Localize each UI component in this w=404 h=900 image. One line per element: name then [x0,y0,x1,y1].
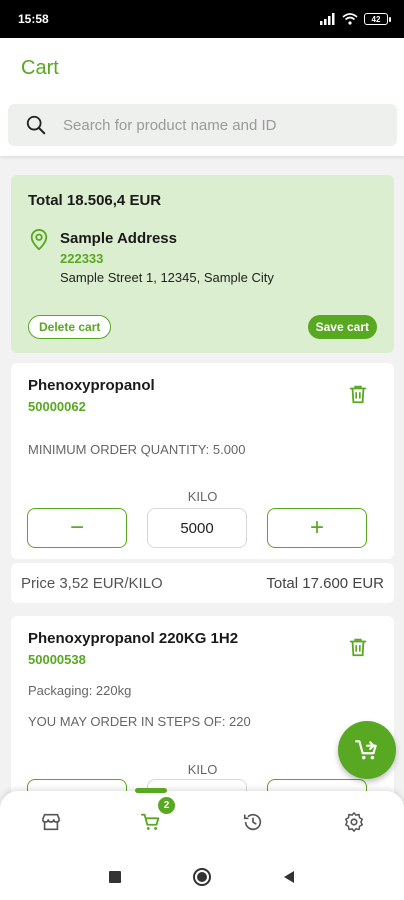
cart-item-card: Phenoxypropanol 50000062 MINIMUM ORDER Q… [11,363,394,559]
cart-count-badge: 2 [158,797,175,814]
product-name: Phenoxypropanol [28,377,155,394]
unit-label: KILO [187,762,218,777]
cart-icon[interactable] [140,811,162,833]
search-input[interactable] [63,116,397,134]
recents-icon[interactable] [108,870,122,884]
line-total: Total 17.600 EUR [266,574,384,592]
home-icon[interactable] [192,867,212,887]
cart-total: Total 18.506,4 EUR [28,192,162,209]
cart-summary-card: Total 18.506,4 EUR Sample Address 222333… [11,175,394,353]
unit-price: Price 3,52 EUR/KILO [21,574,163,592]
quantity-input[interactable] [147,508,247,548]
search-bar[interactable] [8,104,397,146]
product-id: 50000062 [28,399,86,414]
cart-item-card: Phenoxypropanol 220KG 1H2 50000538 Packa… [11,616,394,819]
wifi-icon [342,13,358,25]
product-name: Phenoxypropanol 220KG 1H2 [28,630,239,647]
bottom-navigation: 2 [0,788,404,853]
active-tab-indicator [135,788,167,793]
trash-icon[interactable] [347,383,369,405]
decrease-quantity-button[interactable]: − [27,508,127,548]
app-header: Cart [0,38,404,156]
signal-icon [320,13,335,25]
status-bar: 15:58 42 [0,0,404,38]
search-icon [26,115,46,135]
gear-icon[interactable] [343,811,365,833]
price-row: Price 3,52 EUR/KILO Total 17.600 EUR [11,563,394,603]
store-icon[interactable] [40,811,62,833]
cart-checkout-icon [355,740,377,760]
save-cart-button[interactable]: Save cart [307,315,377,339]
delete-cart-button[interactable]: Delete cart [28,315,112,339]
system-navigation-bar [0,853,404,900]
status-icons: 42 [320,13,391,25]
order-steps-note: YOU MAY ORDER IN STEPS OF: 220 [28,714,251,729]
product-id: 50000538 [28,652,86,667]
battery-icon: 42 [364,13,391,25]
back-icon[interactable] [282,870,296,884]
trash-icon[interactable] [347,636,369,658]
address-street: Sample Street 1, 12345, Sample City [60,270,274,285]
history-icon[interactable] [242,811,264,833]
increase-quantity-button[interactable]: + [267,508,367,548]
address-name: Sample Address [60,230,177,247]
address-id: 222333 [60,251,104,266]
status-time: 15:58 [18,12,49,26]
location-pin-icon [30,228,48,251]
minimum-order-note: MINIMUM ORDER QUANTITY: 5.000 [28,442,246,457]
packaging-note: Packaging: 220kg [28,683,132,698]
battery-level: 42 [371,14,381,24]
checkout-fab-button[interactable] [338,721,396,779]
page-title: Cart [21,57,59,79]
unit-label: KILO [187,489,218,504]
